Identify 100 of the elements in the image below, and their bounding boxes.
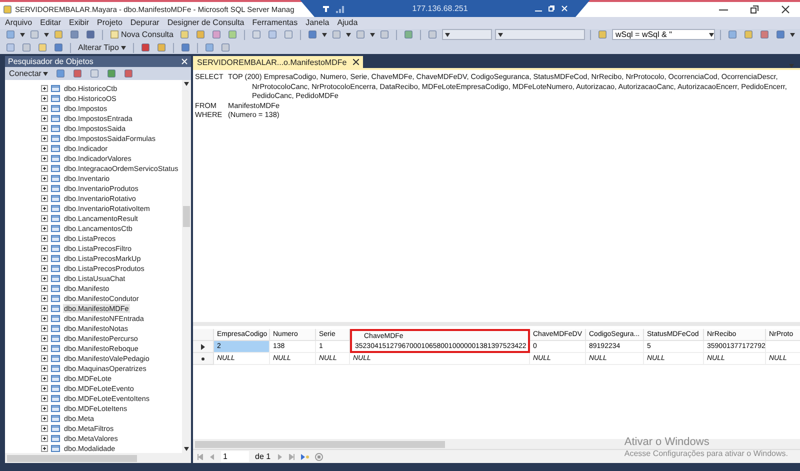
- next-page-icon[interactable]: [276, 454, 283, 460]
- expand-icon[interactable]: [41, 384, 48, 392]
- expand-icon[interactable]: [41, 154, 48, 162]
- table-icon: [51, 364, 60, 372]
- expand-icon[interactable]: [41, 344, 48, 352]
- scrollbar-thumb[interactable]: [7, 454, 137, 462]
- menu-item[interactable]: Projeto: [97, 18, 122, 28]
- expand-icon[interactable]: [41, 184, 48, 192]
- table-icon: [51, 344, 60, 352]
- menu-item[interactable]: Ajuda: [337, 18, 358, 28]
- table-icon: [51, 184, 60, 192]
- expand-icon[interactable]: [41, 324, 48, 332]
- document-icon: [110, 30, 119, 40]
- first-page-icon[interactable]: [197, 454, 203, 460]
- expand-icon[interactable]: [41, 214, 48, 222]
- expand-icon[interactable]: [41, 414, 48, 422]
- scrollbar[interactable]: [193, 439, 800, 449]
- expand-icon[interactable]: [41, 204, 48, 212]
- table-icon: [51, 384, 60, 392]
- ip-address: 177.136.68.251: [411, 4, 469, 13]
- expand-icon[interactable]: [41, 234, 48, 242]
- activation-title: Ativar o Windows: [624, 436, 710, 448]
- table-icon: [51, 234, 60, 242]
- table-icon: [51, 194, 60, 202]
- expand-icon[interactable]: [41, 314, 48, 322]
- expand-icon[interactable]: [41, 334, 48, 342]
- table-icon: [51, 274, 60, 282]
- expand-icon[interactable]: [41, 354, 48, 362]
- expand-icon[interactable]: [41, 94, 48, 102]
- menu-item[interactable]: Arquivo: [5, 18, 32, 28]
- expand-icon[interactable]: [41, 254, 48, 262]
- caret-icon: [322, 32, 328, 37]
- current-row-icon: [201, 344, 205, 350]
- table-icon: [51, 144, 60, 152]
- expand-icon[interactable]: [41, 274, 48, 282]
- scrollbar-thumb[interactable]: [183, 206, 190, 227]
- find-dropdown[interactable]: wSql = wSql & ": [612, 29, 716, 40]
- scrollbar-thumb[interactable]: [195, 440, 445, 448]
- document-tab[interactable]: SERVIDOREMBALAR...o.ManifestoMDFe: [193, 56, 363, 68]
- expand-icon[interactable]: [41, 244, 48, 252]
- last-page-icon[interactable]: [288, 454, 295, 460]
- expand-icon[interactable]: [41, 134, 48, 142]
- expand-icon[interactable]: [41, 364, 48, 372]
- menu-item[interactable]: Designer de Consulta: [167, 18, 244, 28]
- expand-icon[interactable]: [41, 434, 48, 442]
- caret-icon: [44, 32, 49, 37]
- expand-icon[interactable]: [41, 114, 48, 122]
- new-row-icon[interactable]: [300, 454, 309, 460]
- expand-icon[interactable]: [41, 224, 48, 232]
- caret-icon: [184, 82, 189, 86]
- table-icon: [51, 324, 60, 332]
- menu-item[interactable]: Editar: [40, 18, 62, 28]
- menu-item[interactable]: Exibir: [69, 18, 90, 28]
- row-header[interactable]: [193, 341, 214, 353]
- table-icon: [51, 124, 60, 132]
- caret-icon: [43, 72, 48, 76]
- table-icon: [51, 264, 60, 272]
- scrollbar[interactable]: [5, 453, 191, 463]
- menu-item[interactable]: Janela: [306, 18, 330, 28]
- menu-item[interactable]: Ferramentas: [252, 18, 298, 28]
- expand-icon[interactable]: [41, 104, 48, 112]
- new-query-button[interactable]: Nova Consulta: [108, 28, 176, 41]
- close-icon[interactable]: [352, 59, 359, 65]
- pin-icon: [322, 4, 330, 12]
- table-icon: [51, 334, 60, 342]
- expand-icon[interactable]: [41, 194, 48, 202]
- new-row-icon: [201, 356, 205, 360]
- table-icon: [51, 314, 60, 322]
- expand-icon[interactable]: [41, 84, 48, 92]
- expand-icon[interactable]: [41, 304, 48, 312]
- signal-icon: [336, 4, 345, 12]
- page-count: de 1: [255, 452, 271, 461]
- scrollbar[interactable]: [182, 80, 191, 453]
- expand-icon[interactable]: [41, 174, 48, 182]
- menu-item[interactable]: Depurar: [130, 18, 160, 28]
- expand-icon[interactable]: [41, 124, 48, 132]
- row-header[interactable]: [193, 353, 214, 365]
- close-icon[interactable]: [781, 4, 790, 14]
- table-icon: [51, 424, 60, 432]
- expand-icon[interactable]: [41, 144, 48, 152]
- table-icon: [51, 294, 60, 302]
- expand-icon[interactable]: [41, 264, 48, 272]
- table-icon: [51, 284, 60, 292]
- table-icon: [51, 224, 60, 232]
- expand-icon[interactable]: [41, 394, 48, 402]
- expand-icon[interactable]: [41, 444, 48, 452]
- expand-icon[interactable]: [41, 374, 48, 382]
- previous-page-icon[interactable]: [209, 454, 215, 460]
- expand-icon[interactable]: [41, 164, 48, 172]
- change-type-button[interactable]: Alterar Tipo: [76, 42, 128, 54]
- expand-icon[interactable]: [41, 284, 48, 292]
- restore-icon[interactable]: [750, 4, 759, 14]
- table-icon: [51, 434, 60, 442]
- table-icon: [51, 444, 60, 452]
- expand-icon[interactable]: [41, 404, 48, 412]
- page-field[interactable]: 1: [221, 451, 249, 462]
- expand-icon[interactable]: [41, 294, 48, 302]
- caret-icon: [790, 32, 796, 37]
- expand-icon[interactable]: [41, 424, 48, 432]
- table-icon: [51, 204, 60, 212]
